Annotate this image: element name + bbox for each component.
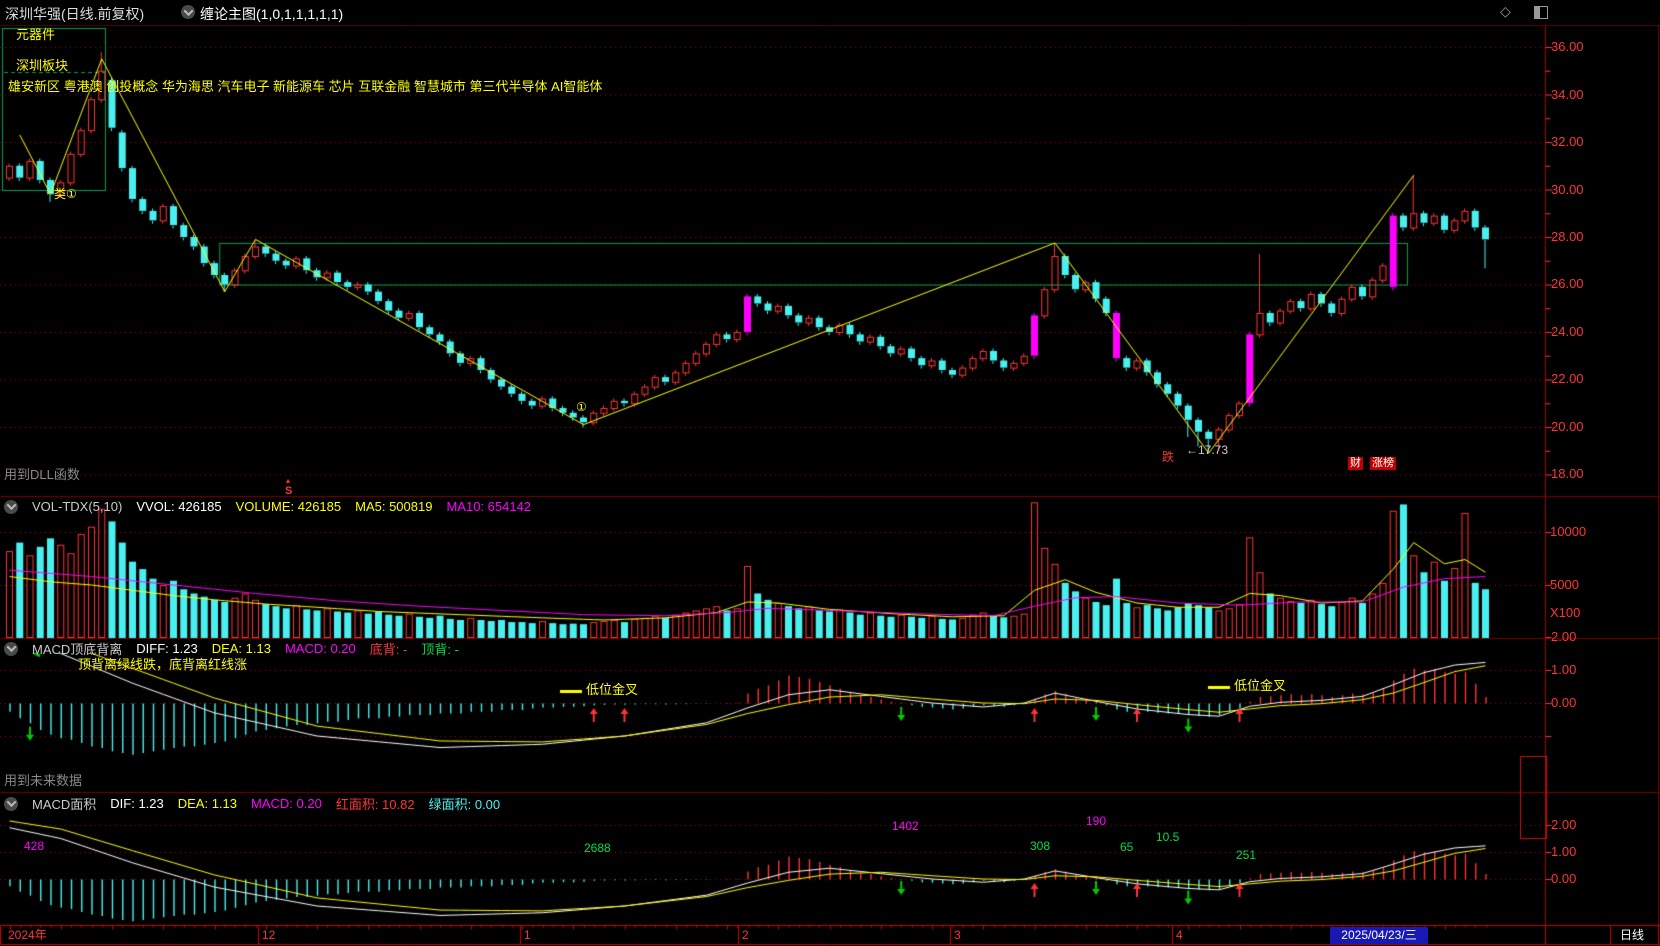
- sector-label-shenzhen: 深圳板块: [16, 59, 68, 73]
- area-indicator-name[interactable]: MACD面积: [32, 794, 96, 813]
- area-pane-header: MACD面积 DIF: 1.23 DEA: 1.13 MACD: 0.20 红面…: [4, 794, 500, 813]
- chevron-down-icon[interactable]: [181, 5, 195, 19]
- green-area-value: 绿面积: 0.00: [429, 794, 501, 813]
- sector-label-component: 元器件: [16, 28, 55, 42]
- gainers-badge[interactable]: 涨榜: [1370, 457, 1396, 470]
- price-axis-34: 34.00: [1551, 88, 1584, 102]
- price-axis-26: 26.00: [1551, 277, 1584, 291]
- price-axis-30: 30.00: [1551, 183, 1584, 197]
- area-macd-value: MACD: 0.20: [251, 796, 322, 811]
- area-value-2688: 2688: [584, 842, 611, 855]
- concept-tags[interactable]: 雄安新区 粤港澳 创投概念 华为海思 汽车电子 新能源车 芯片 互联金融 智慧城…: [8, 80, 602, 94]
- split-pane-icon[interactable]: [1534, 6, 1548, 19]
- time-axis-3: 3: [954, 928, 961, 942]
- price-axis-22: 22.00: [1551, 372, 1584, 386]
- volume-indicator-name[interactable]: VOL-TDX(5,10): [32, 499, 122, 514]
- macd-indicator-name[interactable]: MACD顶底背离: [32, 639, 122, 658]
- time-axis-2: 2: [742, 928, 749, 942]
- vol-axis-5000: 5000: [1550, 578, 1579, 592]
- sell-marker: S: [285, 484, 292, 498]
- area-dea-value: DEA: 1.13: [178, 796, 237, 811]
- area-value-251: 251: [1236, 849, 1256, 862]
- area-value-1402: 1402: [892, 820, 919, 833]
- fall-tag: 跌: [1162, 451, 1174, 464]
- macd-axis-1: 1.00: [1551, 663, 1576, 677]
- price-axis-32: 32.00: [1551, 135, 1584, 149]
- area-dif-value: DIF: 1.23: [110, 796, 163, 811]
- chan-pivot-1-label: ①: [576, 401, 587, 414]
- area-axis-2: 2.00: [1551, 818, 1576, 832]
- vol-axis-10000: 10000: [1550, 525, 1586, 539]
- macd-dea-value: DEA: 1.13: [212, 641, 271, 656]
- period-selector[interactable]: 日线: [1620, 928, 1644, 942]
- collapse-area-icon[interactable]: [4, 797, 18, 811]
- bottom-divergence-value: 底背: -: [370, 639, 408, 658]
- time-axis-4: 4: [1176, 928, 1183, 942]
- top-divergence-value: 顶背: -: [421, 639, 459, 658]
- area-axis-1: 1.00: [1551, 845, 1576, 859]
- price-axis-28: 28.00: [1551, 230, 1584, 244]
- divergence-note: 顶背离绿线跌，底背离红线涨: [78, 658, 247, 672]
- red-area-value: 红面积: 10.82: [336, 794, 415, 813]
- collapse-volume-icon[interactable]: [4, 500, 18, 514]
- area-value-65: 65: [1120, 841, 1133, 854]
- main-indicator-name: 缠论主图(1,0,1,1,1,1,1): [200, 4, 343, 24]
- time-axis-2024: 2024年: [8, 928, 47, 942]
- area-value-10-5: 10.5: [1156, 831, 1179, 844]
- finance-badge[interactable]: 财: [1348, 457, 1363, 470]
- golden-cross-label-2: 低位金叉: [1234, 679, 1286, 693]
- price-axis-18: 18.00: [1551, 467, 1584, 481]
- area-value-308: 308: [1030, 840, 1050, 853]
- price-axis-36: 36.00: [1551, 40, 1584, 54]
- diamond-icon[interactable]: ◇: [1500, 3, 1511, 20]
- vol-ma10-value: MA10: 654142: [446, 499, 531, 514]
- collapse-macd-icon[interactable]: [4, 642, 18, 656]
- macd-axis-0: 0.00: [1551, 696, 1576, 710]
- stock-terminal-window: 深圳华强(日线.前复权) 缠论主图(1,0,1,1,1,1,1) ◇ 元器件 深…: [0, 0, 1660, 946]
- area-value-428: 428: [24, 840, 44, 853]
- stock-title: 深圳华强(日线.前复权): [5, 4, 144, 24]
- vvol-value: VVOL: 426185: [136, 499, 221, 514]
- current-date-label: 2025/04/23/三: [1330, 927, 1428, 944]
- dll-note: 用到DLL函数: [4, 468, 80, 482]
- price-axis-20: 20.00: [1551, 420, 1584, 434]
- volume-value: VOLUME: 426185: [236, 499, 342, 514]
- macd-axis-2: 2.00: [1551, 630, 1576, 644]
- area-value-190: 190: [1086, 815, 1106, 828]
- top-bar: 深圳华强(日线.前复权) 缠论主图(1,0,1,1,1,1,1): [0, 0, 1660, 25]
- volume-pane-header: VOL-TDX(5,10) VVOL: 426185 VOLUME: 42618…: [4, 499, 531, 514]
- low-price-label: ←17.73: [1186, 444, 1228, 457]
- golden-cross-label-1: 低位金叉: [586, 683, 638, 697]
- vol-ma5-value: MA5: 500819: [355, 499, 432, 514]
- time-axis-1: 1: [524, 928, 531, 942]
- macd-macd-value: MACD: 0.20: [285, 641, 356, 656]
- macd-pane-header: MACD顶底背离 DIFF: 1.23 DEA: 1.13 MACD: 0.20…: [4, 639, 459, 658]
- time-axis-12: 12: [262, 928, 275, 942]
- chan-class-label: 类①: [54, 188, 77, 201]
- future-data-note: 用到未来数据: [4, 774, 82, 788]
- vol-axis-unit: X100: [1550, 606, 1580, 620]
- macd-diff-value: DIFF: 1.23: [136, 641, 197, 656]
- price-axis-24: 24.00: [1551, 325, 1584, 339]
- area-axis-0: 0.00: [1551, 872, 1576, 886]
